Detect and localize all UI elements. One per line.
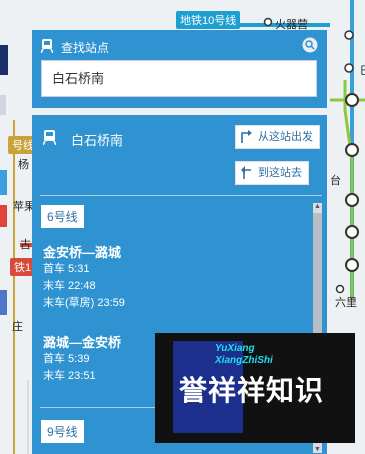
scroll-up-icon[interactable]: ▲	[314, 203, 321, 210]
scroll-down-icon[interactable]: ▼	[314, 446, 321, 453]
depart-label: 从这站出发	[258, 131, 313, 143]
station-search-field[interactable]	[41, 60, 317, 97]
watermark-en-line2: XiangZhiShi	[215, 355, 273, 366]
watermark-en-line1: YuXiang	[215, 343, 255, 354]
last-train-extra: 末车(草房) 23:59	[43, 297, 125, 309]
station-search-input[interactable]	[42, 61, 292, 94]
search-panel-title: 查找站点	[61, 41, 110, 55]
line-tag-9: 9号线	[41, 420, 84, 443]
station-name: 白石桥南	[71, 133, 124, 148]
search-icon[interactable]	[302, 37, 318, 53]
first-train: 首车 5:39	[43, 353, 90, 365]
first-train: 首车 5:31	[43, 263, 90, 275]
map-station-label[interactable]: 巴沟	[360, 62, 365, 78]
train-icon	[41, 39, 53, 53]
train-icon	[43, 130, 56, 145]
depart-from-station-button[interactable]: 从这站出发	[235, 125, 320, 149]
map-station-label[interactable]: 古	[20, 236, 31, 252]
schedule-block: 首车 5:39 末车 23:51	[43, 351, 96, 385]
arrive-label: 到这站去	[258, 167, 302, 179]
last-train: 末车 22:48	[43, 280, 96, 292]
map-station-label[interactable]: 庄	[12, 318, 23, 334]
map-station-label[interactable]: 杨	[18, 156, 29, 172]
divider	[40, 195, 322, 196]
arrive-icon	[241, 166, 251, 179]
line-tag-6: 6号线	[41, 205, 84, 228]
direction-title: 潞城—金安桥	[43, 335, 122, 350]
schedule-block: 首车 5:31 末车 22:48 末车(草房) 23:59	[43, 261, 125, 312]
watermark-cn: 誉祥祥知识	[179, 375, 325, 406]
search-panel: 查找站点	[32, 30, 327, 108]
map-station-label[interactable]: 台	[330, 172, 341, 188]
direction-title: 金安桥—潞城	[43, 245, 122, 260]
depart-icon	[241, 130, 252, 143]
map-station-label[interactable]: 六里	[335, 294, 357, 310]
arrive-at-station-button[interactable]: 到这站去	[235, 161, 309, 185]
last-train: 末车 23:51	[43, 370, 96, 382]
watermark-logo: YuXiang XiangZhiShi 誉祥祥知识	[155, 333, 355, 443]
line10-badge[interactable]: 地铁10号线	[176, 11, 241, 29]
